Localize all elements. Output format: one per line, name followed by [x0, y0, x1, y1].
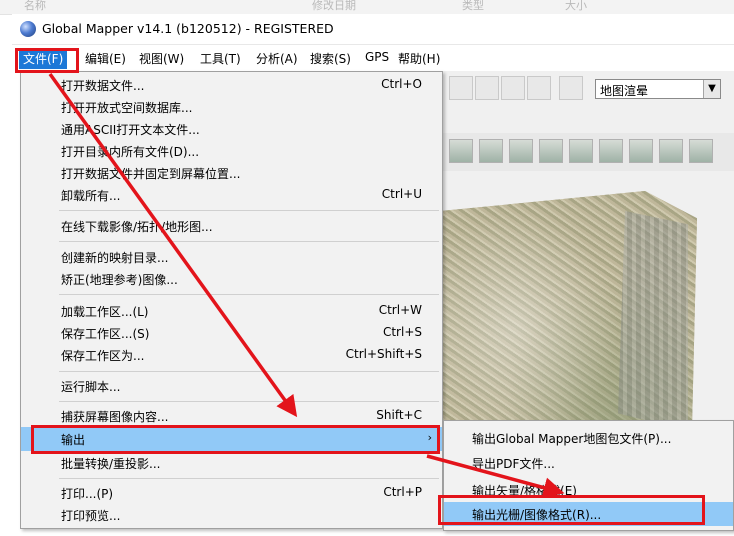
annotation-arrows — [48, 72, 565, 498]
arrow-to-raster-export — [426, 454, 565, 498]
arrow-to-export — [48, 72, 298, 418]
